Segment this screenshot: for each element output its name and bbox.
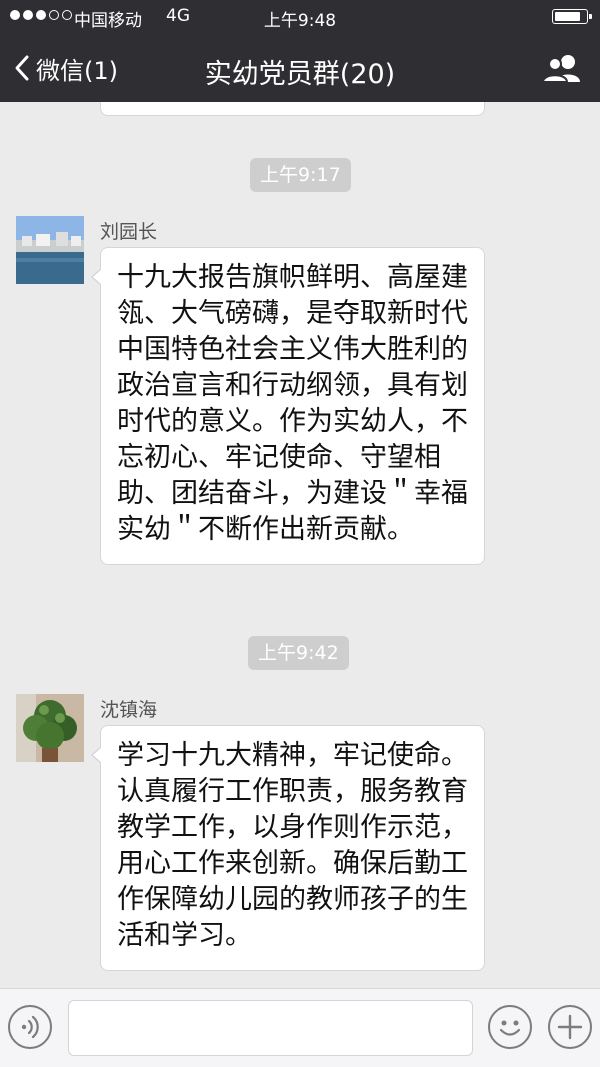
- voice-button[interactable]: [8, 1005, 52, 1049]
- sender-name: 沈镇海: [100, 699, 158, 721]
- message-input[interactable]: [68, 1000, 473, 1056]
- message-bubble[interactable]: 学习十九大精神，牢记使命。认真履行工作职责，服务教育教学工作，以身作则作示范，用…: [91, 725, 485, 971]
- group-members-icon[interactable]: [540, 52, 584, 84]
- input-bar: [0, 988, 600, 1067]
- top-bar: 中国移动 4G 上午9:48 微信(1) 实幼党员群(20): [0, 0, 600, 102]
- previous-message-bubble[interactable]: [100, 102, 485, 116]
- emoji-icon: [499, 1020, 521, 1036]
- voice-icon: [21, 1015, 39, 1039]
- avatar[interactable]: [16, 216, 84, 284]
- battery-icon: [552, 9, 592, 24]
- avatar-landscape-image: [16, 216, 84, 284]
- timestamp-divider: 上午9:17: [250, 158, 351, 192]
- status-time: 上午9:48: [263, 11, 337, 31]
- plus-icon: [557, 1014, 583, 1040]
- avatar-plant-image: [16, 694, 84, 762]
- sender-name: 刘园长: [100, 221, 158, 243]
- timestamp-divider: 上午9:42: [248, 636, 349, 670]
- chat-messages[interactable]: 上午9:17 刘园长 十九大报告旗帜鲜明、高屋建瓴、大气磅礴，是夺取新时代中国特…: [0, 102, 600, 988]
- chat-title: 实幼党员群(20): [204, 59, 396, 90]
- nav-bar: 微信(1) 实幼党员群(20): [0, 34, 600, 102]
- message-bubble[interactable]: 十九大报告旗帜鲜明、高屋建瓴、大气磅礴，是夺取新时代中国特色社会主义伟大胜利的政…: [91, 247, 485, 565]
- more-button[interactable]: [548, 1005, 592, 1049]
- emoji-button[interactable]: [488, 1005, 532, 1049]
- avatar[interactable]: [16, 694, 84, 762]
- status-bar: 中国移动 4G 上午9:48: [0, 0, 600, 34]
